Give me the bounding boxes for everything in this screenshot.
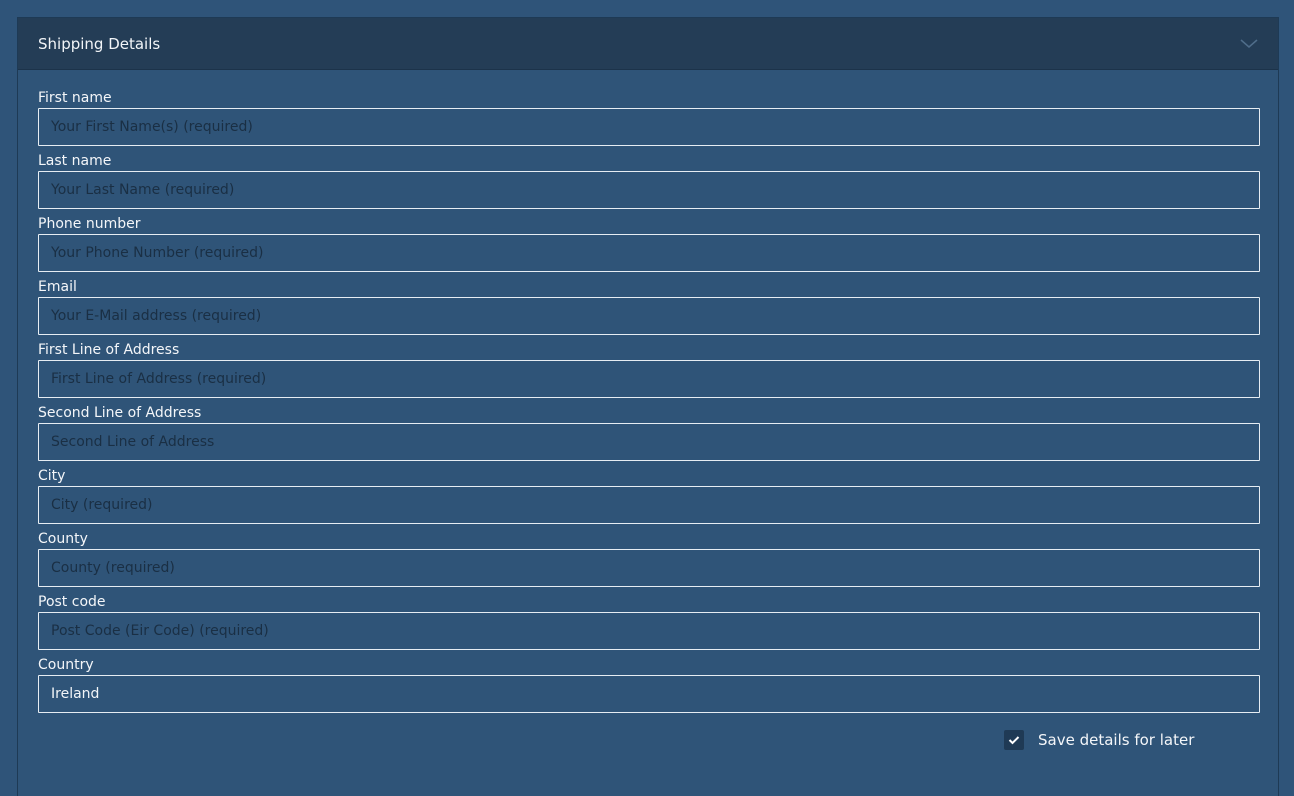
- first-name-field: First name: [38, 89, 1260, 151]
- county-input[interactable]: [38, 549, 1260, 587]
- phone-number-label: Phone number: [38, 216, 141, 232]
- email-field: Email: [38, 278, 1260, 340]
- country-input[interactable]: [38, 675, 1260, 713]
- city-input[interactable]: [38, 486, 1260, 524]
- email-input[interactable]: [38, 297, 1260, 335]
- shipping-details-panel: Shipping Details First name Last name Ph…: [17, 17, 1279, 796]
- phone-number-field: Phone number: [38, 215, 1260, 277]
- post-code-field: Post code: [38, 593, 1260, 655]
- city-field: City: [38, 467, 1260, 529]
- country-field: Country: [38, 656, 1260, 718]
- chevron-down-icon[interactable]: [1240, 35, 1258, 53]
- address-line1-field: First Line of Address: [38, 341, 1260, 403]
- post-code-input[interactable]: [38, 612, 1260, 650]
- first-name-label: First name: [38, 90, 112, 106]
- address-line2-label: Second Line of Address: [38, 405, 202, 421]
- save-details-option[interactable]: Save details for later: [1004, 730, 1194, 750]
- address-line1-label: First Line of Address: [38, 342, 180, 358]
- country-label: Country: [38, 657, 94, 673]
- address-line2-field: Second Line of Address: [38, 404, 1260, 466]
- city-label: City: [38, 468, 66, 484]
- post-code-label: Post code: [38, 594, 106, 610]
- last-name-label: Last name: [38, 153, 112, 169]
- shipping-form: First name Last name Phone number Email …: [18, 70, 1278, 718]
- last-name-field: Last name: [38, 152, 1260, 214]
- save-details-label: Save details for later: [1038, 731, 1195, 749]
- panel-title: Shipping Details: [38, 34, 161, 53]
- first-name-input[interactable]: [38, 108, 1260, 146]
- save-details-checkbox[interactable]: [1004, 730, 1024, 750]
- address-line1-input[interactable]: [38, 360, 1260, 398]
- phone-number-input[interactable]: [38, 234, 1260, 272]
- last-name-input[interactable]: [38, 171, 1260, 209]
- address-line2-input[interactable]: [38, 423, 1260, 461]
- email-label: Email: [38, 279, 77, 295]
- county-field: County: [38, 530, 1260, 592]
- checkmark-icon: [1008, 736, 1020, 745]
- county-label: County: [38, 531, 88, 547]
- panel-header[interactable]: Shipping Details: [18, 18, 1278, 70]
